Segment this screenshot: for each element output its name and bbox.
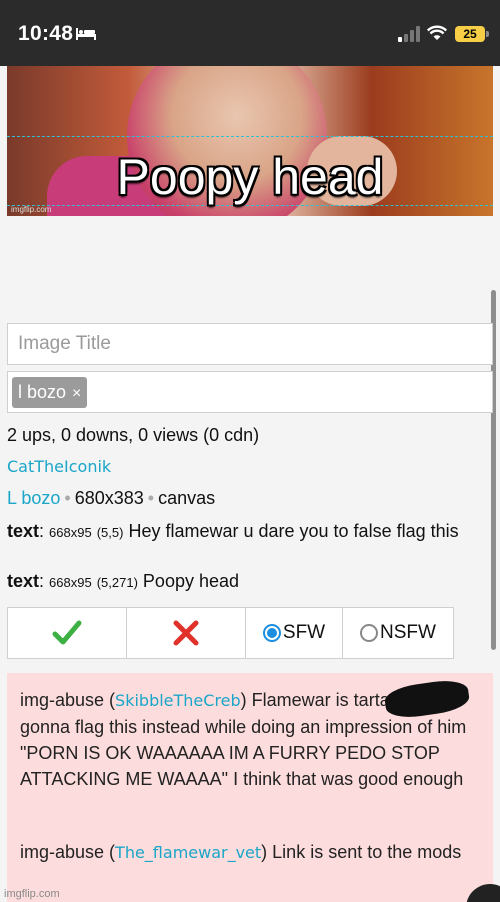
sfw-radio[interactable]: SFW xyxy=(245,607,343,659)
text-box-label: text xyxy=(7,571,40,591)
comment-user-link[interactable]: SkibbleTheCreb xyxy=(115,691,241,710)
tag-chip-label: l bozo xyxy=(18,382,67,402)
tags-input[interactable]: l bozo × xyxy=(7,371,493,413)
text-box-content: Hey flamewar u dare you to false flag th… xyxy=(128,521,459,541)
meta-separator-dot: • xyxy=(64,488,71,508)
cellular-signal-icon xyxy=(398,26,420,42)
x-icon xyxy=(173,620,199,646)
image-kind: canvas xyxy=(158,488,216,508)
tag-link[interactable]: L bozo xyxy=(7,488,60,508)
text-box-content: Poopy head xyxy=(142,571,240,591)
text-box-info: text: 668x95 (5,271) Poopy head xyxy=(7,571,240,591)
text-box-label: text xyxy=(7,521,40,541)
radio-unselected-icon xyxy=(360,624,379,642)
image-stats: 2 ups, 0 downs, 0 views (0 cdn) xyxy=(7,425,260,445)
author-link[interactable]: CatTheIconik xyxy=(7,457,111,476)
radio-selected-icon xyxy=(262,624,281,642)
tag-remove-icon[interactable]: × xyxy=(72,385,81,402)
check-icon xyxy=(52,620,82,645)
meta-separator-dot: • xyxy=(147,488,155,508)
comment-user-link[interactable]: The_flamewar_vet xyxy=(115,843,261,862)
footer-watermark: imgflip.com xyxy=(4,888,60,900)
status-bar: 10:48 25 xyxy=(0,0,500,66)
image-title-input[interactable] xyxy=(7,323,493,365)
battery-tip xyxy=(486,31,489,37)
battery-icon: 25 xyxy=(455,26,485,42)
comment-prefix: img-abuse ( xyxy=(20,690,116,710)
disapprove-button[interactable] xyxy=(126,607,246,659)
image-meta: L bozo • 680x383 • canvas xyxy=(7,488,215,509)
moderation-bar: SFW NSFW xyxy=(7,607,454,659)
meme-image[interactable]: Poopy head imgflip.com xyxy=(7,66,493,216)
image-dimensions: 680x383 xyxy=(74,488,144,508)
status-time: 10:48 xyxy=(18,22,74,45)
text-box-size: 668x95 xyxy=(49,525,92,540)
tag-chip[interactable]: l bozo × xyxy=(12,377,88,408)
sfw-label: SFW xyxy=(282,622,326,643)
comment-prefix: img-abuse ( xyxy=(20,842,116,862)
nsfw-radio[interactable]: NSFW xyxy=(342,607,454,659)
mod-comments: img-abuse (SkibbleTheCreb) Flamewar is t… xyxy=(7,673,493,902)
wifi-icon xyxy=(427,25,447,40)
text-box-position: (5,271) xyxy=(96,575,138,590)
text-box-info: text: 668x95 (5,5) Hey flamewar u dare y… xyxy=(7,521,459,541)
mod-comment: img-abuse (The_flamewar_vet) Link is sen… xyxy=(20,839,470,866)
nsfw-label: NSFW xyxy=(380,622,436,643)
text-box-guide-top xyxy=(7,136,493,137)
meme-caption[interactable]: Poopy head xyxy=(7,148,493,206)
bed-icon xyxy=(76,28,96,40)
text-box-size: 668x95 xyxy=(49,575,92,590)
comment-text: ) Link is sent to the mods xyxy=(261,842,462,862)
meme-watermark: imgflip.com xyxy=(11,205,52,214)
approve-button[interactable] xyxy=(7,607,127,659)
text-box-position: (5,5) xyxy=(96,525,124,540)
